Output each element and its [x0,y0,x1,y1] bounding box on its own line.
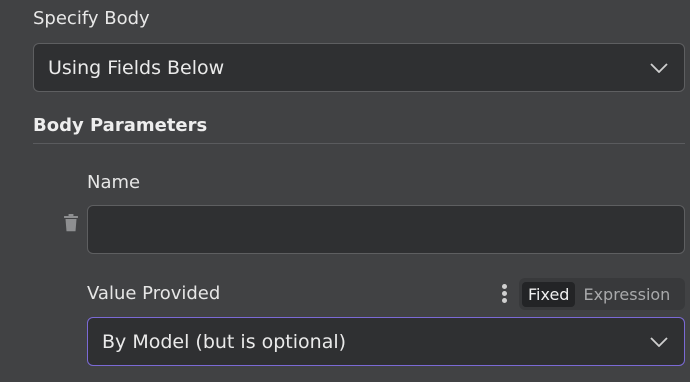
value-provided-label: Value Provided [87,283,221,304]
specify-body-value: Using Fields Below [48,56,225,79]
trash-icon[interactable] [63,214,79,232]
fixed-option[interactable]: Fixed [522,281,576,307]
body-settings-panel: Specify Body Using Fields Below Body Par… [0,0,690,382]
specify-body-select[interactable]: Using Fields Below [33,43,685,92]
value-provided-value: By Model (but is optional) [102,330,347,353]
chevron-down-icon [650,336,668,347]
body-parameters-title: Body Parameters [33,115,208,136]
chevron-down-icon [650,62,668,73]
section-divider [33,143,685,144]
expression-option[interactable]: Expression [577,282,676,307]
name-input[interactable] [87,205,685,254]
value-provided-select[interactable]: By Model (but is optional) [87,317,685,366]
name-label: Name [87,172,141,193]
specify-body-label: Specify Body [33,8,150,29]
fixed-expression-toggle: Fixed Expression [519,278,685,310]
kebab-menu-icon[interactable] [500,284,508,306]
